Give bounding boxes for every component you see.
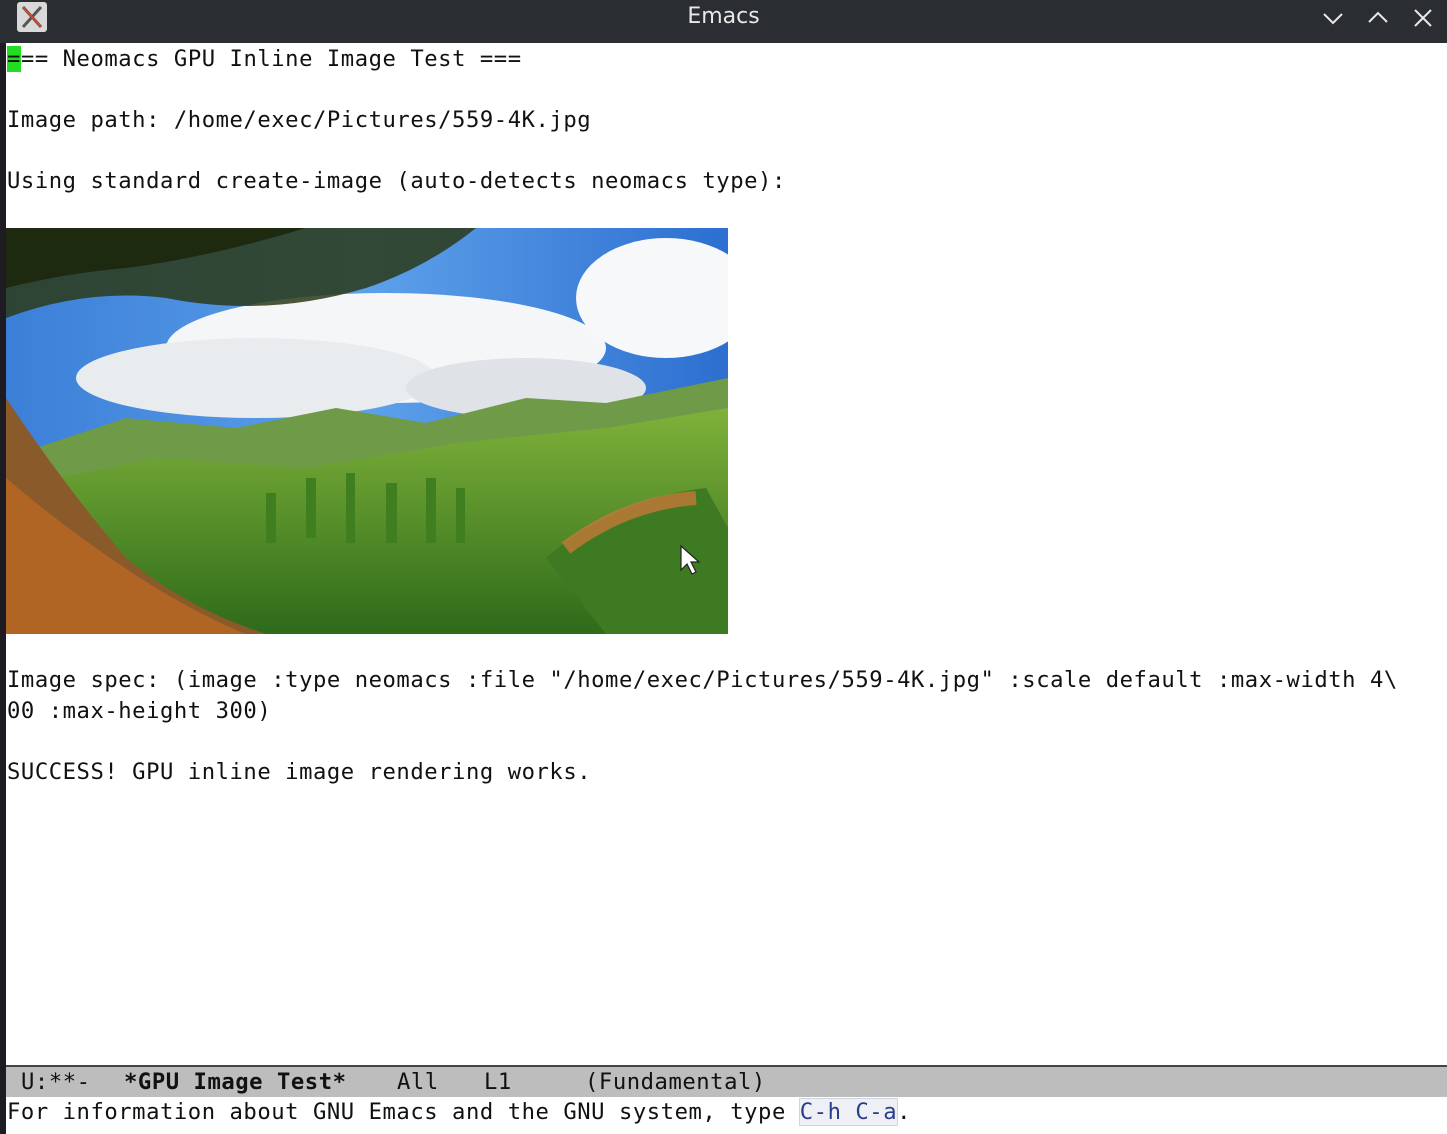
mode-line[interactable]: U:**- *GPU Image Test* All L1 (Fundament… <box>6 1065 1447 1097</box>
key-hint[interactable]: C-h C-a <box>798 1098 899 1126</box>
chevron-down-icon[interactable] <box>1320 5 1346 31</box>
close-icon[interactable] <box>1410 5 1436 31</box>
image-path-line[interactable]: Image path: /home/exec/Pictures/559-4K.j… <box>7 105 591 135</box>
modeline-line: L1 <box>484 1069 512 1095</box>
text-cursor: = <box>7 46 21 72</box>
minibuffer[interactable]: For information about GNU Emacs and the … <box>6 1097 1447 1134</box>
inline-landscape-image <box>6 228 728 634</box>
modeline-buffer-name[interactable]: *GPU Image Test* <box>124 1067 347 1097</box>
chevron-up-icon[interactable] <box>1365 5 1391 31</box>
echo-area-message: For information about GNU Emacs and the … <box>7 1098 912 1126</box>
using-line[interactable]: Using standard create-image (auto-detect… <box>7 166 786 196</box>
success-line[interactable]: SUCCESS! GPU inline image rendering work… <box>7 757 591 787</box>
buffer-heading[interactable]: === Neomacs GPU Inline Image Test === <box>7 44 522 74</box>
image-spec-line-1[interactable]: Image spec: (image :type neomacs :file "… <box>7 665 1398 695</box>
modeline-major-mode[interactable]: (Fundamental) <box>585 1067 766 1097</box>
window-titlebar[interactable]: Emacs <box>0 0 1447 43</box>
modeline-status: U:**- <box>21 1069 91 1095</box>
image-spec-line-2[interactable]: 00 :max-height 300) <box>7 696 271 726</box>
window-title: Emacs <box>687 4 760 29</box>
modeline-position: All <box>397 1069 439 1095</box>
emacs-frame[interactable]: === Neomacs GPU Inline Image Test === Im… <box>6 43 1447 1134</box>
